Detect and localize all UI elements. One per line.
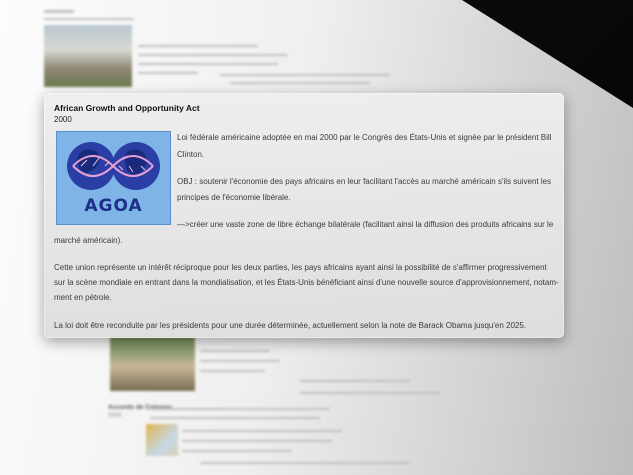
paragraph-2-line-1: OBJ : soutenir l'économie des pays afric… — [177, 177, 552, 186]
paragraph-1-line-2: Clinton. — [177, 150, 205, 159]
background-image-bottom — [146, 424, 178, 456]
paragraph-3-line-1: —>créer une vaste zone de libre échange … — [177, 220, 554, 229]
agoa-logo: AGOA — [56, 131, 171, 225]
paragraph-4-line-3: ment en pétrole. — [54, 293, 112, 302]
paragraph-1-line-1: Loi fédérale américaine adoptée en mai 2… — [177, 133, 552, 142]
paragraph-2-line-2: principes de l'économie libérale. — [177, 193, 291, 202]
background-image-top — [44, 25, 132, 87]
popup-title: African Growth and Opportunity Act — [54, 103, 200, 113]
paragraph-5-line-1: La loi doit être reconduite par les prés… — [54, 321, 527, 330]
paragraph-3-line-2: marché américain). — [54, 236, 123, 245]
paragraph-4-line-2: sur la scène mondiale en entrant dans la… — [54, 278, 559, 287]
logo-wordmark: AGOA — [84, 196, 143, 216]
background-image-middle — [110, 336, 195, 391]
paragraph-4-line-1: Cette union représente un intérêt récipr… — [54, 263, 547, 272]
background-section-year: 2000 — [108, 413, 122, 419]
popup-year: 2000 — [54, 115, 72, 124]
event-popup-card[interactable]: African Growth and Opportunity Act 2000 … — [44, 93, 564, 338]
app-canvas: Accords de Cotonou 2000 African Growth a… — [0, 0, 633, 475]
